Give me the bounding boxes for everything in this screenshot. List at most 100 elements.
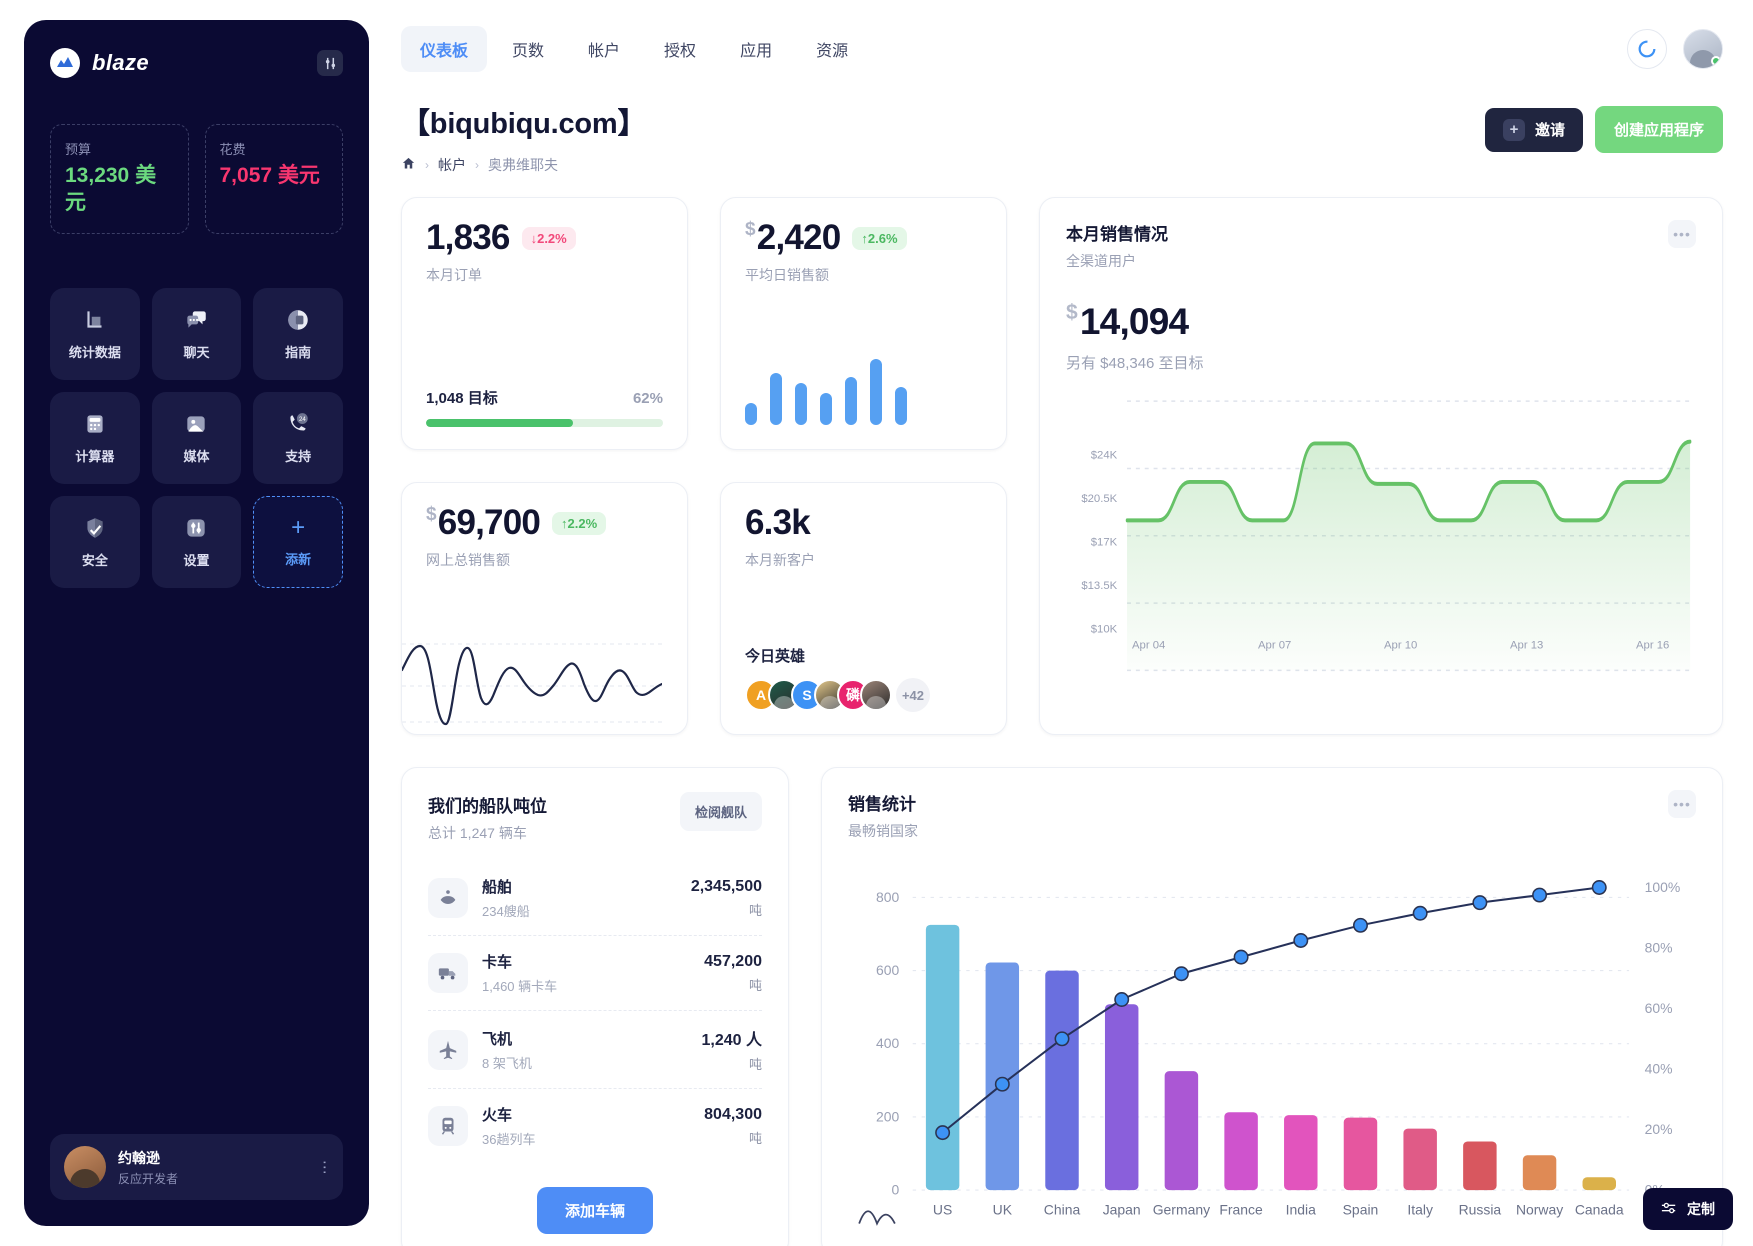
currency-symbol: $ xyxy=(426,504,437,525)
top-right-actions xyxy=(1627,29,1723,69)
svg-text:0: 0 xyxy=(892,1182,900,1198)
sliders-icon xyxy=(1661,1201,1677,1218)
blaze-logo-icon xyxy=(50,48,80,78)
tab-apps[interactable]: 应用 xyxy=(721,26,791,72)
currency-symbol: $ xyxy=(745,219,756,240)
secondary-grid: 我们的船队吨位 总计 1,247 辆车 检阅舰队 船舶 234艘船 2,345,… xyxy=(401,767,1723,1246)
profile-avatar[interactable] xyxy=(1683,29,1723,69)
fleet-row-trains[interactable]: 火车 36趟列车 804,300 吨 xyxy=(428,1089,762,1163)
plus-icon: + xyxy=(1502,118,1525,141)
dashboard-root: blaze 预算 13,230 美元 花费 7,057 美元 统计数据 聊天 指… xyxy=(0,0,1753,1246)
sidebar-item-guide[interactable]: 指南 xyxy=(253,287,343,380)
breadcrumb: › 帐户 › 奥弗维耶夫 xyxy=(401,155,646,175)
sliders-icon[interactable] xyxy=(317,50,343,76)
kpi-header: $2,420 ↑2.6% xyxy=(745,220,982,255)
svg-text:100%: 100% xyxy=(1645,879,1681,895)
brand[interactable]: blaze xyxy=(50,48,149,78)
svg-text:Germany: Germany xyxy=(1153,1202,1210,1218)
online-total-change-value: 2.2% xyxy=(567,516,598,531)
header-actions: + 邀请 创建应用程序 xyxy=(1484,100,1723,153)
fleet-meta: 8 架飞机 xyxy=(482,1055,532,1071)
brand-name: blaze xyxy=(92,50,150,75)
customize-button[interactable]: 定制 xyxy=(1643,1188,1733,1230)
breadcrumb-sep: › xyxy=(475,158,479,172)
spend-label: 花费 xyxy=(219,142,246,157)
fleet-value: 457,200 xyxy=(704,952,762,970)
sales-goal-remaining: 另有 $48,346 至目标 xyxy=(1066,355,1204,372)
pareto-subtitle: 最畅销国家 xyxy=(848,823,918,839)
breadcrumb-item-accounts[interactable]: 帐户 xyxy=(438,155,466,175)
svg-text:Spain: Spain xyxy=(1343,1202,1379,1218)
avg-sales-label: 平均日销售额 xyxy=(745,267,829,283)
more-icon[interactable]: ••• xyxy=(1668,790,1696,818)
minibar xyxy=(745,403,757,425)
sidebar-stats: 预算 13,230 美元 花费 7,057 美元 xyxy=(50,124,343,234)
tile-label: 媒体 xyxy=(183,448,210,464)
fleet-value-group: 2,345,500 吨 xyxy=(691,878,762,919)
avg-sales-change-value: 2.6% xyxy=(867,231,898,246)
svg-text:Italy: Italy xyxy=(1407,1202,1433,1218)
tab-accounts[interactable]: 帐户 xyxy=(569,26,639,72)
sidebar-item-calculator[interactable]: 计算器 xyxy=(50,391,140,484)
fleet-value: 1,240 人 xyxy=(701,1032,763,1049)
sidebar-item-chat[interactable]: 聊天 xyxy=(151,287,242,380)
svg-text:800: 800 xyxy=(876,889,900,905)
sidebar-item-statistics[interactable]: 统计数据 xyxy=(50,287,140,380)
sidebar-item-add-new[interactable]: + 添新 xyxy=(253,495,343,588)
budget-value: 13,230 美元 xyxy=(65,164,157,214)
fleet-row-trucks[interactable]: 卡车 1,460 辆卡车 457,200 吨 xyxy=(428,936,762,1011)
review-fleet-button[interactable]: 检阅舰队 xyxy=(679,792,762,831)
sliders-icon xyxy=(183,515,209,541)
invite-button[interactable]: + 邀请 xyxy=(1484,107,1583,152)
kpi-header: 1,836 ↓2.2% xyxy=(426,220,663,255)
add-vehicle-button[interactable]: 添加车辆 xyxy=(536,1187,653,1234)
sidebar-item-support[interactable]: 24 支持 xyxy=(253,391,343,484)
fleet-name: 火车 xyxy=(482,1107,513,1124)
sales-value: $14,094 xyxy=(1066,301,1696,343)
user-menu-icon[interactable]: ⋯ xyxy=(316,1160,333,1175)
svg-text:Apr 10: Apr 10 xyxy=(1384,639,1417,651)
hero-avatar[interactable] xyxy=(860,679,892,711)
home-icon[interactable] xyxy=(401,156,416,174)
create-app-button[interactable]: 创建应用程序 xyxy=(1594,106,1723,153)
budget-label: 预算 xyxy=(65,142,92,157)
fleet-row-planes[interactable]: 飞机 8 架飞机 1,240 人 吨 xyxy=(428,1011,762,1089)
svg-text:China: China xyxy=(1044,1202,1081,1218)
online-total-number: 69,700 xyxy=(437,503,541,542)
tile-label: 设置 xyxy=(183,552,210,568)
card-new-customers: 6.3k 本月新客户 今日英雄 A S 磷 +42 xyxy=(720,482,1007,735)
orders-progress-fill xyxy=(426,419,573,427)
spend-value: 7,057 美元 xyxy=(219,164,320,187)
fleet-name: 卡车 xyxy=(482,954,513,971)
tab-resources[interactable]: 资源 xyxy=(797,26,867,72)
avg-sales-change-badge: ↑2.6% xyxy=(852,227,907,250)
fleet-unit: 吨 xyxy=(748,1057,762,1072)
svg-text:80%: 80% xyxy=(1645,940,1673,956)
sales-card-subtitle: 全渠道用户 xyxy=(1066,253,1136,269)
sidebar-item-media[interactable]: 媒体 xyxy=(151,391,242,484)
support-24-icon: 24 xyxy=(285,411,311,437)
card-header: 本月销售情况 全渠道用户 ••• xyxy=(1066,220,1696,271)
tab-authorization[interactable]: 授权 xyxy=(645,26,715,72)
pareto-title: 销售统计 xyxy=(848,795,916,814)
more-icon[interactable]: ••• xyxy=(1668,220,1696,248)
card-sales-statistics: 销售统计 最畅销国家 ••• 0 200 400 600 800 20% 40% 60% 80%… xyxy=(821,767,1723,1246)
tab-pages[interactable]: 页数 xyxy=(493,26,563,72)
sidebar-item-settings[interactable]: 设置 xyxy=(151,495,242,588)
avatar xyxy=(64,1146,106,1188)
card-monthly-sales: 本月销售情况 全渠道用户 ••• $14,094 另有 $48,346 至目标 … xyxy=(1039,197,1723,735)
orders-goal-percent: 62% xyxy=(632,390,663,407)
svg-text:$10K: $10K xyxy=(1091,624,1118,636)
svg-text:Apr 16: Apr 16 xyxy=(1636,639,1669,651)
svg-text:24: 24 xyxy=(299,417,306,423)
hero-more-count[interactable]: +42 xyxy=(896,678,930,712)
fleet-row-ships[interactable]: 船舶 234艘船 2,345,500 吨 xyxy=(428,861,762,936)
fleet-name: 船舶 xyxy=(482,879,513,896)
orders-goal-label: 1,048 目标 xyxy=(426,390,498,407)
sidebar-user-card[interactable]: 约翰逊 反应开发者 ⋯ xyxy=(50,1134,343,1200)
spinner-icon[interactable] xyxy=(1627,29,1667,69)
new-customers-label: 本月新客户 xyxy=(745,552,815,568)
sidebar-item-security[interactable]: 安全 xyxy=(50,495,140,588)
fleet-list: 船舶 234艘船 2,345,500 吨 卡车 1,460 辆卡车 457,20… xyxy=(428,861,762,1163)
tab-dashboard[interactable]: 仪表板 xyxy=(401,26,488,72)
